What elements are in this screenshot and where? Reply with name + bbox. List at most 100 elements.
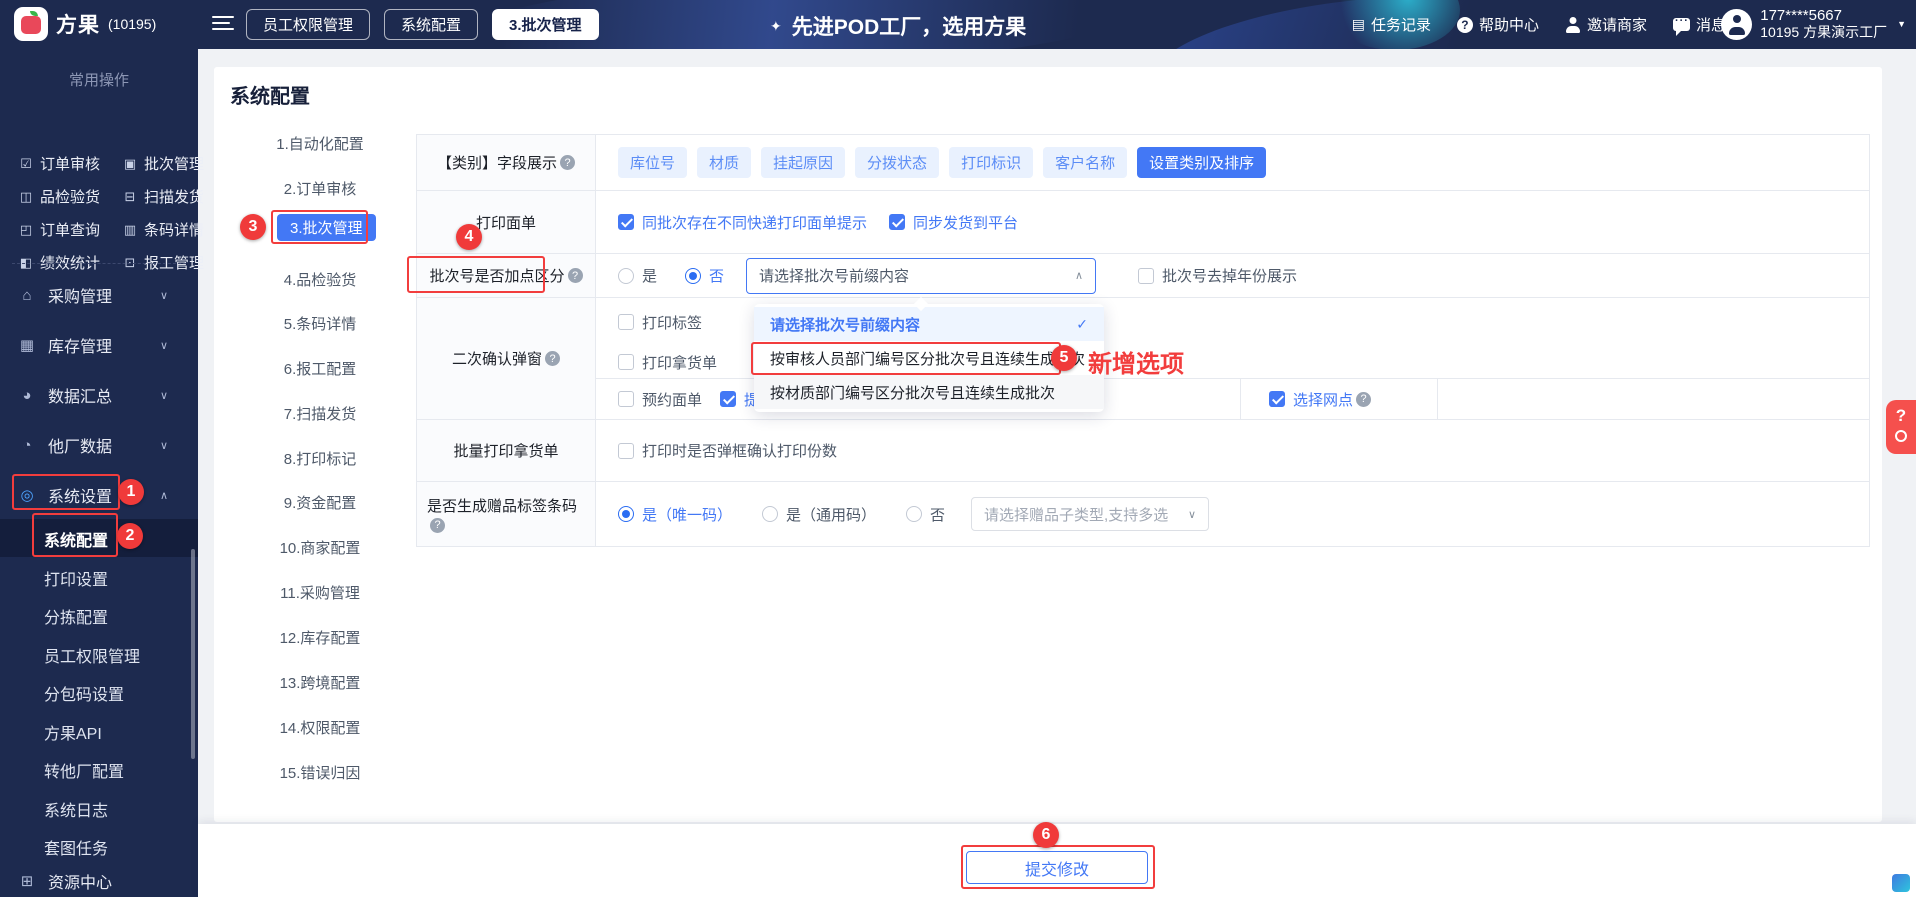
sidebar-item-resource-center[interactable]: ⊞ 资源中心 [0,869,198,893]
config-nav-item-7[interactable]: 7.扫描发货 [230,403,410,425]
quick-action-batch-management[interactable]: ▣ 批次管理 [122,153,204,174]
tab-system-config[interactable]: 系统配置 [384,9,479,40]
app-logo[interactable]: 方果 (10195) [14,7,156,41]
reserve-sheet-checkbox[interactable] [618,391,634,407]
chevron-down-icon: ∨ [1187,508,1197,521]
batch-prefix-select[interactable]: 请选择批次号前缀内容 ∧ [746,257,1097,294]
config-nav-item-4[interactable]: 4.品检验货 [230,269,410,291]
category-tag-customer-name[interactable]: 客户名称 [1043,147,1128,178]
batch-dot-yes-radio[interactable] [618,267,634,284]
print-label-checkbox[interactable] [618,314,634,330]
set-category-order-button[interactable]: 设置类别及排序 [1137,147,1267,178]
tab-employee-permission[interactable]: 员工权限管理 [246,9,371,40]
sidebar-item-subpackage-code[interactable]: 分包码设置 [44,681,124,705]
sidebar-item-transfer-factory-config[interactable]: 转他厂配置 [44,758,124,782]
config-nav-item-9[interactable]: 9.资金配置 [230,492,410,514]
sidebar-item-sorting-config[interactable]: 分拣配置 [44,604,108,628]
config-nav-item-2[interactable]: 2.订单审核 [230,178,410,200]
task-record-button[interactable]: ▤ 任务记录 [1352,14,1431,35]
gift-no-radio[interactable] [906,506,923,522]
gift-subtype-select[interactable]: 请选择赠品子类型,支持多选 ∨ [971,497,1210,531]
chevron-up-icon: ∧ [1074,270,1084,282]
sidebar-scrollbar[interactable] [191,549,195,759]
dropdown-option-material-department[interactable]: 按材质部门编号区分批次号且连续生成批次 [754,375,1104,409]
select-outlet-checkbox[interactable] [1269,391,1285,407]
config-nav-item-11[interactable]: 11.采购管理 [230,582,410,604]
config-nav-item-12[interactable]: 12.库存配置 [230,627,410,649]
confirm-print-copies-checkbox[interactable] [618,442,634,459]
sidebar-item-system-settings[interactable]: ◎ 系统设置 ∧ [0,483,198,507]
app-name: 方果 [56,14,100,37]
invite-merchant-button[interactable]: 邀请商家 [1565,14,1647,35]
help-icon[interactable]: ? [560,155,575,170]
submit-changes-button[interactable]: 提交修改 [966,851,1148,884]
sidebar-item-data-summary[interactable]: ◕ 数据汇总 ∨ [0,383,198,407]
browser-plugin-icon[interactable] [1892,874,1910,892]
sidebar-item-purchase-management[interactable]: ⌂ 采购管理 ∨ [0,283,198,307]
config-nav-item-3-active[interactable]: 3.批次管理 [277,214,376,241]
sidebar-item-template-task[interactable]: 套图任务 [44,835,108,859]
config-nav-item-13[interactable]: 13.跨境配置 [230,672,410,694]
advance-checkbox[interactable] [720,391,737,407]
quick-action-barcode-details[interactable]: ▥ 条码详情 [122,219,204,240]
config-nav-item-5[interactable]: 5.条码详情 [230,313,410,335]
sidebar-item-system-log[interactable]: 系统日志 [44,797,108,821]
promo-banner: ✦ 先进POD工厂，选用方果 [770,11,1026,41]
sparkle-icon: ✦ [770,17,782,34]
chevron-down-icon: ∨ [160,389,169,402]
help-icon[interactable]: ? [1356,391,1372,407]
quick-action-scan-shipping[interactable]: ⊟ 扫描发货 [122,186,204,207]
gift-general-code-radio[interactable] [762,506,779,522]
sidebar-item-employee-permission[interactable]: 员工权限管理 [44,643,140,667]
chevron-up-icon: ∧ [160,489,169,502]
gift-unique-code-radio[interactable] [618,506,634,522]
print-pickup-sheet-label: 打印拿货单 [642,354,718,372]
floating-help-tab[interactable]: ? [1886,400,1916,454]
data-summary-icon: ◕ [22,386,32,404]
config-nav-item-14[interactable]: 14.权限配置 [230,717,410,739]
sync-ship-platform-checkbox[interactable] [889,214,906,230]
task-record-icon: ▤ [1351,16,1365,32]
config-nav-item-10[interactable]: 10.商家配置 [230,537,410,559]
batch-dot-no-radio[interactable] [685,267,702,284]
dropdown-option-placeholder[interactable]: 请选择批次号前缀内容 ✓ [754,307,1104,341]
tab-batch-management[interactable]: 3.批次管理 [492,9,599,40]
sidebar-item-inventory-management[interactable]: ▦ 库存管理 ∨ [0,333,198,357]
category-tag-material[interactable]: 材质 [697,147,752,178]
help-center-button[interactable]: ? 帮助中心 [1456,14,1539,35]
sidebar: 常用操作 ☑ 订单审核 ▣ 批次管理 ◫ 品检验货 ⊟ 扫描发货 ◰ 订单查询 … [0,49,204,897]
message-button[interactable]: 消息 [1672,14,1726,36]
help-icon[interactable]: ? [567,268,583,283]
config-nav-item-15[interactable]: 15.错误归因 [230,762,410,784]
sidebar-item-print-settings[interactable]: 打印设置 [44,566,108,590]
app-root: 方果 (10195) 员工权限管理 系统配置 3.批次管理 ✦ 先进POD工厂，… [0,0,1916,897]
batch-no-year-checkbox[interactable] [1138,267,1155,284]
annotation-badge-4: 4 [456,224,482,250]
user-menu[interactable]: 177****5667 10195 方果演示工厂 ▼ [1721,7,1906,41]
help-icon[interactable]: ? [430,517,445,533]
same-batch-express-prompt-label: 同批次存在不同快递打印面单提示 [642,214,868,232]
same-batch-express-prompt-checkbox[interactable] [618,214,634,230]
print-pickup-sheet-checkbox[interactable] [618,354,634,370]
category-tag-print-mark[interactable]: 打印标识 [949,147,1034,178]
sidebar-item-other-factory-data[interactable]: ◔ 他厂数据 ∨ [0,433,198,457]
help-icon[interactable]: ? [545,351,560,366]
message-icon [1672,15,1690,36]
config-nav-item-6[interactable]: 6.报工配置 [230,358,410,380]
category-tag-hold-reason[interactable]: 挂起原因 [761,147,846,178]
category-tag-location[interactable]: 库位号 [618,147,688,178]
customer-service-icon [1895,430,1907,442]
page-title: 系统配置 [230,86,310,108]
config-nav-item-8[interactable]: 8.打印标记 [230,448,410,470]
quick-action-quality-inspection[interactable]: ◫ 品检验货 [18,186,100,207]
collapse-sidebar-icon[interactable] [212,16,234,32]
category-tag-dispatch-status[interactable]: 分拨状态 [855,147,940,178]
sidebar-item-fangguo-api[interactable]: 方果API [44,720,102,744]
annotation-badge-3: 3 [240,214,266,240]
quality-inspection-icon: ◫ [19,188,33,204]
sidebar-item-system-config[interactable]: 系统配置 [44,527,108,551]
quick-action-order-search[interactable]: ◰ 订单查询 [18,219,100,240]
other-factory-icon: ◔ [22,436,32,454]
quick-action-order-audit[interactable]: ☑ 订单审核 [18,153,100,174]
config-nav-item-1[interactable]: 1.自动化配置 [230,133,410,155]
